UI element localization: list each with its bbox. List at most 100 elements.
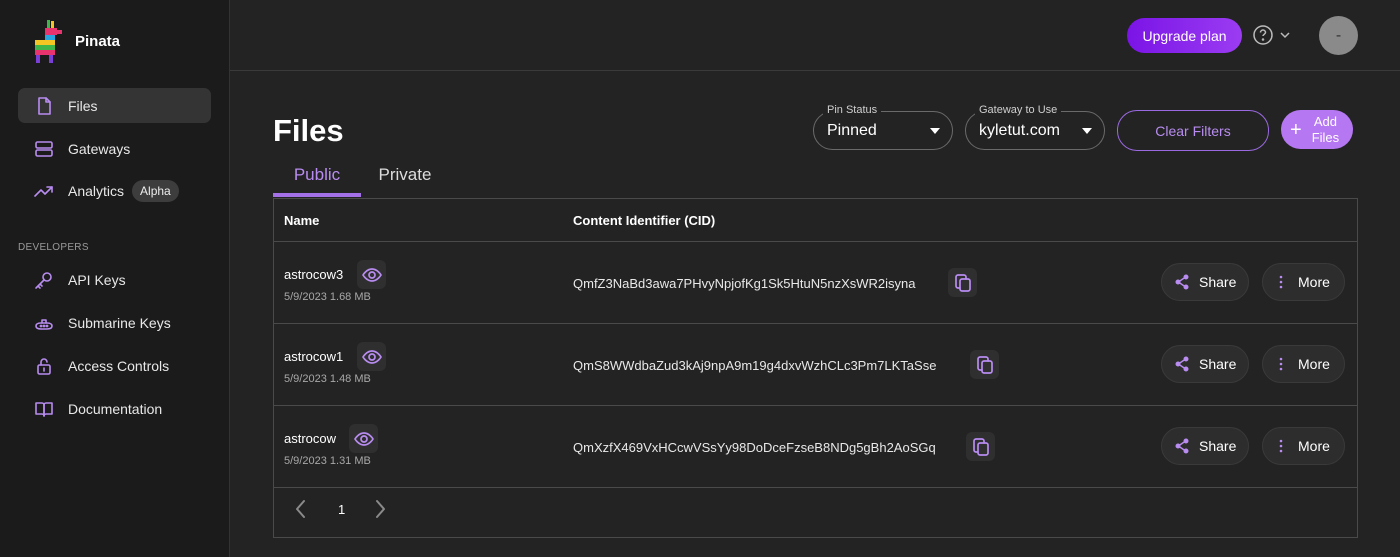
submarine-icon — [34, 313, 54, 333]
sidebar-item-gateways[interactable]: Gateways — [18, 131, 211, 166]
file-meta: 5/9/2023 1.48 MB — [284, 373, 371, 385]
more-button[interactable]: More — [1262, 345, 1345, 383]
file-date: 5/9/2023 — [284, 291, 327, 303]
book-icon — [34, 399, 54, 419]
gateway-select[interactable]: Gateway to Use kyletut.com — [965, 104, 1105, 150]
key-icon — [34, 270, 54, 290]
more-label: More — [1298, 438, 1330, 454]
question-circle-icon — [1253, 25, 1273, 45]
pin-status-value: Pinned — [827, 121, 877, 139]
sidebar-item-documentation[interactable]: Documentation — [18, 391, 211, 426]
file-meta: 5/9/2023 1.68 MB — [284, 291, 371, 303]
preview-button[interactable] — [357, 260, 386, 289]
sidebar-item-label: Analytics — [68, 182, 125, 199]
share-icon — [1175, 438, 1189, 454]
sidebar-item-files[interactable]: Files — [18, 88, 211, 123]
sidebar-item-label: Access Controls — [68, 357, 170, 374]
sidebar-item-label: Submarine Keys — [68, 314, 171, 331]
table-row[interactable]: astrocow 5/9/2023 1.31 MB QmXzfX469VxHCc… — [274, 406, 1357, 488]
pagination: 1 — [294, 499, 387, 519]
topbar: Upgrade plan - — [230, 0, 1400, 71]
lock-icon — [34, 356, 54, 376]
upgrade-plan-button[interactable]: Upgrade plan — [1127, 18, 1242, 53]
avatar[interactable]: - — [1319, 16, 1358, 55]
copy-cid-button[interactable] — [966, 432, 995, 461]
server-icon — [34, 139, 54, 159]
sidebar-item-analytics[interactable]: Analytics Alpha — [18, 173, 211, 208]
tab-public[interactable]: Public — [273, 165, 361, 197]
chevron-left-icon[interactable] — [294, 499, 308, 519]
gateway-value: kyletut.com — [979, 121, 1060, 139]
eye-icon — [361, 349, 382, 364]
chevron-right-icon[interactable] — [373, 499, 387, 519]
share-label: Share — [1199, 438, 1237, 454]
caret-down-icon — [930, 128, 940, 134]
more-button[interactable]: More — [1262, 263, 1345, 301]
chevron-down-icon — [1280, 32, 1290, 39]
file-date: 5/9/2023 — [284, 455, 327, 467]
more-vertical-icon — [1279, 357, 1283, 371]
add-files-label-line1: Add — [1313, 113, 1337, 129]
eye-icon — [353, 431, 374, 446]
gateway-legend: Gateway to Use — [975, 104, 1062, 116]
page-number[interactable]: 1 — [338, 502, 345, 517]
clear-filters-button[interactable]: Clear Filters — [1117, 110, 1269, 151]
alpha-badge: Alpha — [132, 179, 179, 202]
preview-button[interactable] — [357, 342, 386, 371]
column-header-name: Name — [284, 213, 320, 228]
trend-up-icon — [34, 181, 54, 201]
sidebar: Pinata Files Gateways Analytics Alpha DE… — [0, 0, 230, 557]
copy-icon — [976, 355, 993, 374]
file-name: astrocow3 — [284, 267, 344, 282]
divider — [274, 487, 1357, 488]
sidebar-item-submarine-keys[interactable]: Submarine Keys — [18, 305, 211, 340]
cid-value: QmS8WWdbaZud3kAj9npA9m19g4dxvWzhCLc3Pm7L… — [573, 358, 937, 373]
add-files-label-line2: Files — [1311, 129, 1340, 145]
pin-status-select[interactable]: Pin Status Pinned — [813, 104, 953, 150]
brand-name: Pinata — [75, 32, 121, 50]
more-label: More — [1298, 274, 1330, 290]
pinata-logo-icon — [35, 20, 62, 63]
cid-value: QmfZ3NaBd3awa7PHvyNpjofKg1Sk5HtuN5nzXsWR… — [573, 276, 916, 291]
developers-section-label: DEVELOPERS — [18, 242, 89, 253]
more-label: More — [1298, 356, 1330, 372]
tab-private-label: Private — [378, 165, 432, 184]
file-size: 1.31 MB — [329, 455, 371, 467]
caret-down-icon — [1082, 128, 1092, 134]
file-size: 1.48 MB — [329, 373, 371, 385]
column-header-cid: Content Identifier (CID) — [573, 213, 716, 228]
copy-icon — [954, 273, 971, 292]
eye-icon — [361, 267, 382, 282]
add-files-label: Add Files — [1312, 114, 1339, 146]
preview-button[interactable] — [349, 424, 378, 453]
plus-icon: + — [1290, 118, 1302, 141]
help-menu[interactable] — [1252, 24, 1292, 46]
share-icon — [1175, 274, 1189, 290]
table-row[interactable]: astrocow1 5/9/2023 1.48 MB QmS8WWdbaZud3… — [274, 324, 1357, 406]
sidebar-item-api-keys[interactable]: API Keys — [18, 262, 211, 297]
file-size: 1.68 MB — [329, 291, 371, 303]
share-icon — [1175, 356, 1189, 372]
page-title: Files — [273, 113, 344, 148]
sidebar-item-access-controls[interactable]: Access Controls — [18, 348, 211, 383]
share-button[interactable]: Share — [1161, 427, 1249, 465]
copy-cid-button[interactable] — [970, 350, 999, 379]
add-files-button[interactable]: + Add Files — [1281, 110, 1353, 149]
tab-private[interactable]: Private — [365, 165, 445, 197]
more-vertical-icon — [1279, 275, 1283, 289]
sidebar-item-label: Gateways — [68, 140, 131, 157]
share-button[interactable]: Share — [1161, 263, 1249, 301]
sidebar-item-label: Files — [68, 97, 98, 114]
more-button[interactable]: More — [1262, 427, 1345, 465]
share-label: Share — [1199, 356, 1237, 372]
file-meta: 5/9/2023 1.31 MB — [284, 455, 371, 467]
sidebar-item-label: API Keys — [68, 271, 126, 288]
sidebar-item-label: Documentation — [68, 400, 163, 417]
brand[interactable]: Pinata — [33, 18, 120, 64]
share-button[interactable]: Share — [1161, 345, 1249, 383]
more-vertical-icon — [1279, 439, 1283, 453]
share-label: Share — [1199, 274, 1237, 290]
copy-icon — [972, 437, 989, 456]
table-row[interactable]: astrocow3 5/9/2023 1.68 MB QmfZ3NaBd3awa… — [274, 242, 1357, 324]
copy-cid-button[interactable] — [948, 268, 977, 297]
